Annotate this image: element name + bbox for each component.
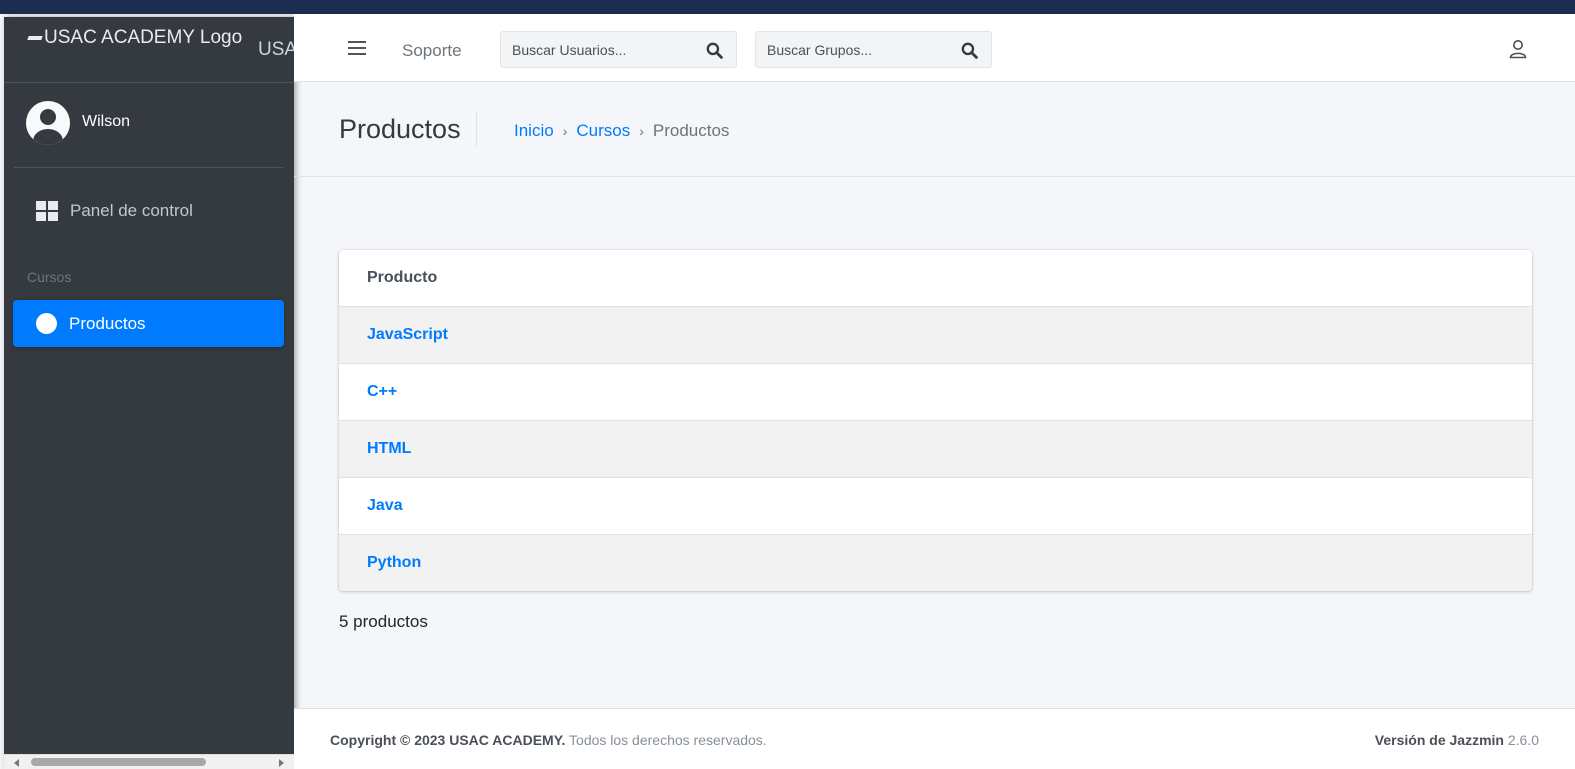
brand-logo: USAC ACADEMY Logo: [27, 27, 243, 49]
search-icon[interactable]: [961, 42, 978, 59]
hamburger-icon[interactable]: [348, 41, 366, 55]
search-groups-input[interactable]: [756, 32, 991, 67]
breadcrumb-link-inicio[interactable]: Inicio: [514, 121, 554, 141]
sidebar-item-label: Panel de control: [70, 201, 193, 220]
table-row: Java: [339, 477, 1532, 534]
result-count: 5 productos: [339, 612, 428, 631]
version-label: Versión de Jazzmin: [1374, 732, 1504, 748]
breadcrumb-separator: ›: [562, 123, 568, 139]
footer-copyright: Copyright © 2023 USAC ACADEMY. Todos los…: [330, 732, 767, 748]
user-icon[interactable]: [1509, 39, 1527, 59]
search-groups-box: [755, 31, 992, 68]
footer-version: Versión de Jazzmin 2.6.0: [1375, 732, 1539, 748]
product-link[interactable]: C++: [367, 383, 397, 401]
product-link[interactable]: Java: [367, 497, 403, 515]
user-name[interactable]: Wilson: [82, 113, 130, 131]
sidebar-item-label: Productos: [69, 313, 146, 333]
breadcrumb-separator: ›: [639, 123, 644, 139]
product-link[interactable]: Python: [367, 554, 421, 572]
user-panel: Wilson: [14, 83, 284, 168]
scrollbar-thumb[interactable]: [31, 758, 206, 766]
grid-icon: [36, 201, 58, 221]
table-row: C++: [339, 363, 1532, 420]
product-link[interactable]: JavaScript: [367, 326, 448, 344]
search-users-input[interactable]: [501, 32, 736, 67]
search-users-box: [500, 31, 737, 68]
scroll-right-icon[interactable]: [279, 759, 284, 767]
page-title: Productos: [339, 114, 461, 144]
sidebar-section-header: Cursos: [27, 269, 72, 285]
version-number: 2.6.0: [1503, 732, 1539, 748]
scroll-left-icon[interactable]: [14, 759, 19, 767]
brand-text: USAC ACADEMY: [258, 39, 294, 60]
table-row: Python: [339, 534, 1532, 591]
copyright-rest: Todos los derechos reservados.: [565, 732, 767, 748]
app-window: USAC ACADEMY Logo USAC ACADEMY Wilson Pa…: [0, 14, 1575, 769]
top-navbar: Soporte: [294, 14, 1575, 82]
brand-logo-alt-text: USAC ACADEMY Logo: [44, 27, 243, 48]
table-row: JavaScript: [339, 306, 1532, 363]
breadcrumb-current: Productos: [652, 121, 730, 140]
sidebar-item-productos[interactable]: Productos: [13, 300, 284, 347]
footer: Copyright © 2023 USAC ACADEMY. Todos los…: [294, 708, 1575, 769]
search-icon[interactable]: [706, 42, 723, 59]
breadcrumb-link-cursos[interactable]: Cursos: [576, 121, 630, 141]
table-header: Producto: [339, 250, 1532, 306]
horizontal-scrollbar[interactable]: [4, 754, 294, 769]
products-table: Producto JavaScript C++ HTML Java Python: [339, 250, 1532, 591]
copyright-bold: Copyright © 2023 USAC ACADEMY.: [330, 732, 566, 748]
product-link[interactable]: HTML: [367, 440, 411, 458]
content-header: Productos Inicio › Cursos › Productos: [294, 82, 1575, 177]
breadcrumb: Inicio › Cursos › Productos: [514, 121, 729, 141]
avatar-icon: [26, 101, 70, 145]
table-row: HTML: [339, 420, 1532, 477]
circle-icon: [36, 313, 57, 334]
sidebar-item-dashboard[interactable]: Panel de control: [14, 189, 284, 233]
nav-link-soporte[interactable]: Soporte: [402, 41, 462, 61]
sidebar: USAC ACADEMY Logo USAC ACADEMY Wilson Pa…: [4, 17, 294, 769]
brand-link[interactable]: USAC ACADEMY Logo USAC ACADEMY: [4, 17, 294, 83]
title-divider: [476, 112, 477, 146]
column-header-producto[interactable]: Producto: [367, 269, 437, 287]
